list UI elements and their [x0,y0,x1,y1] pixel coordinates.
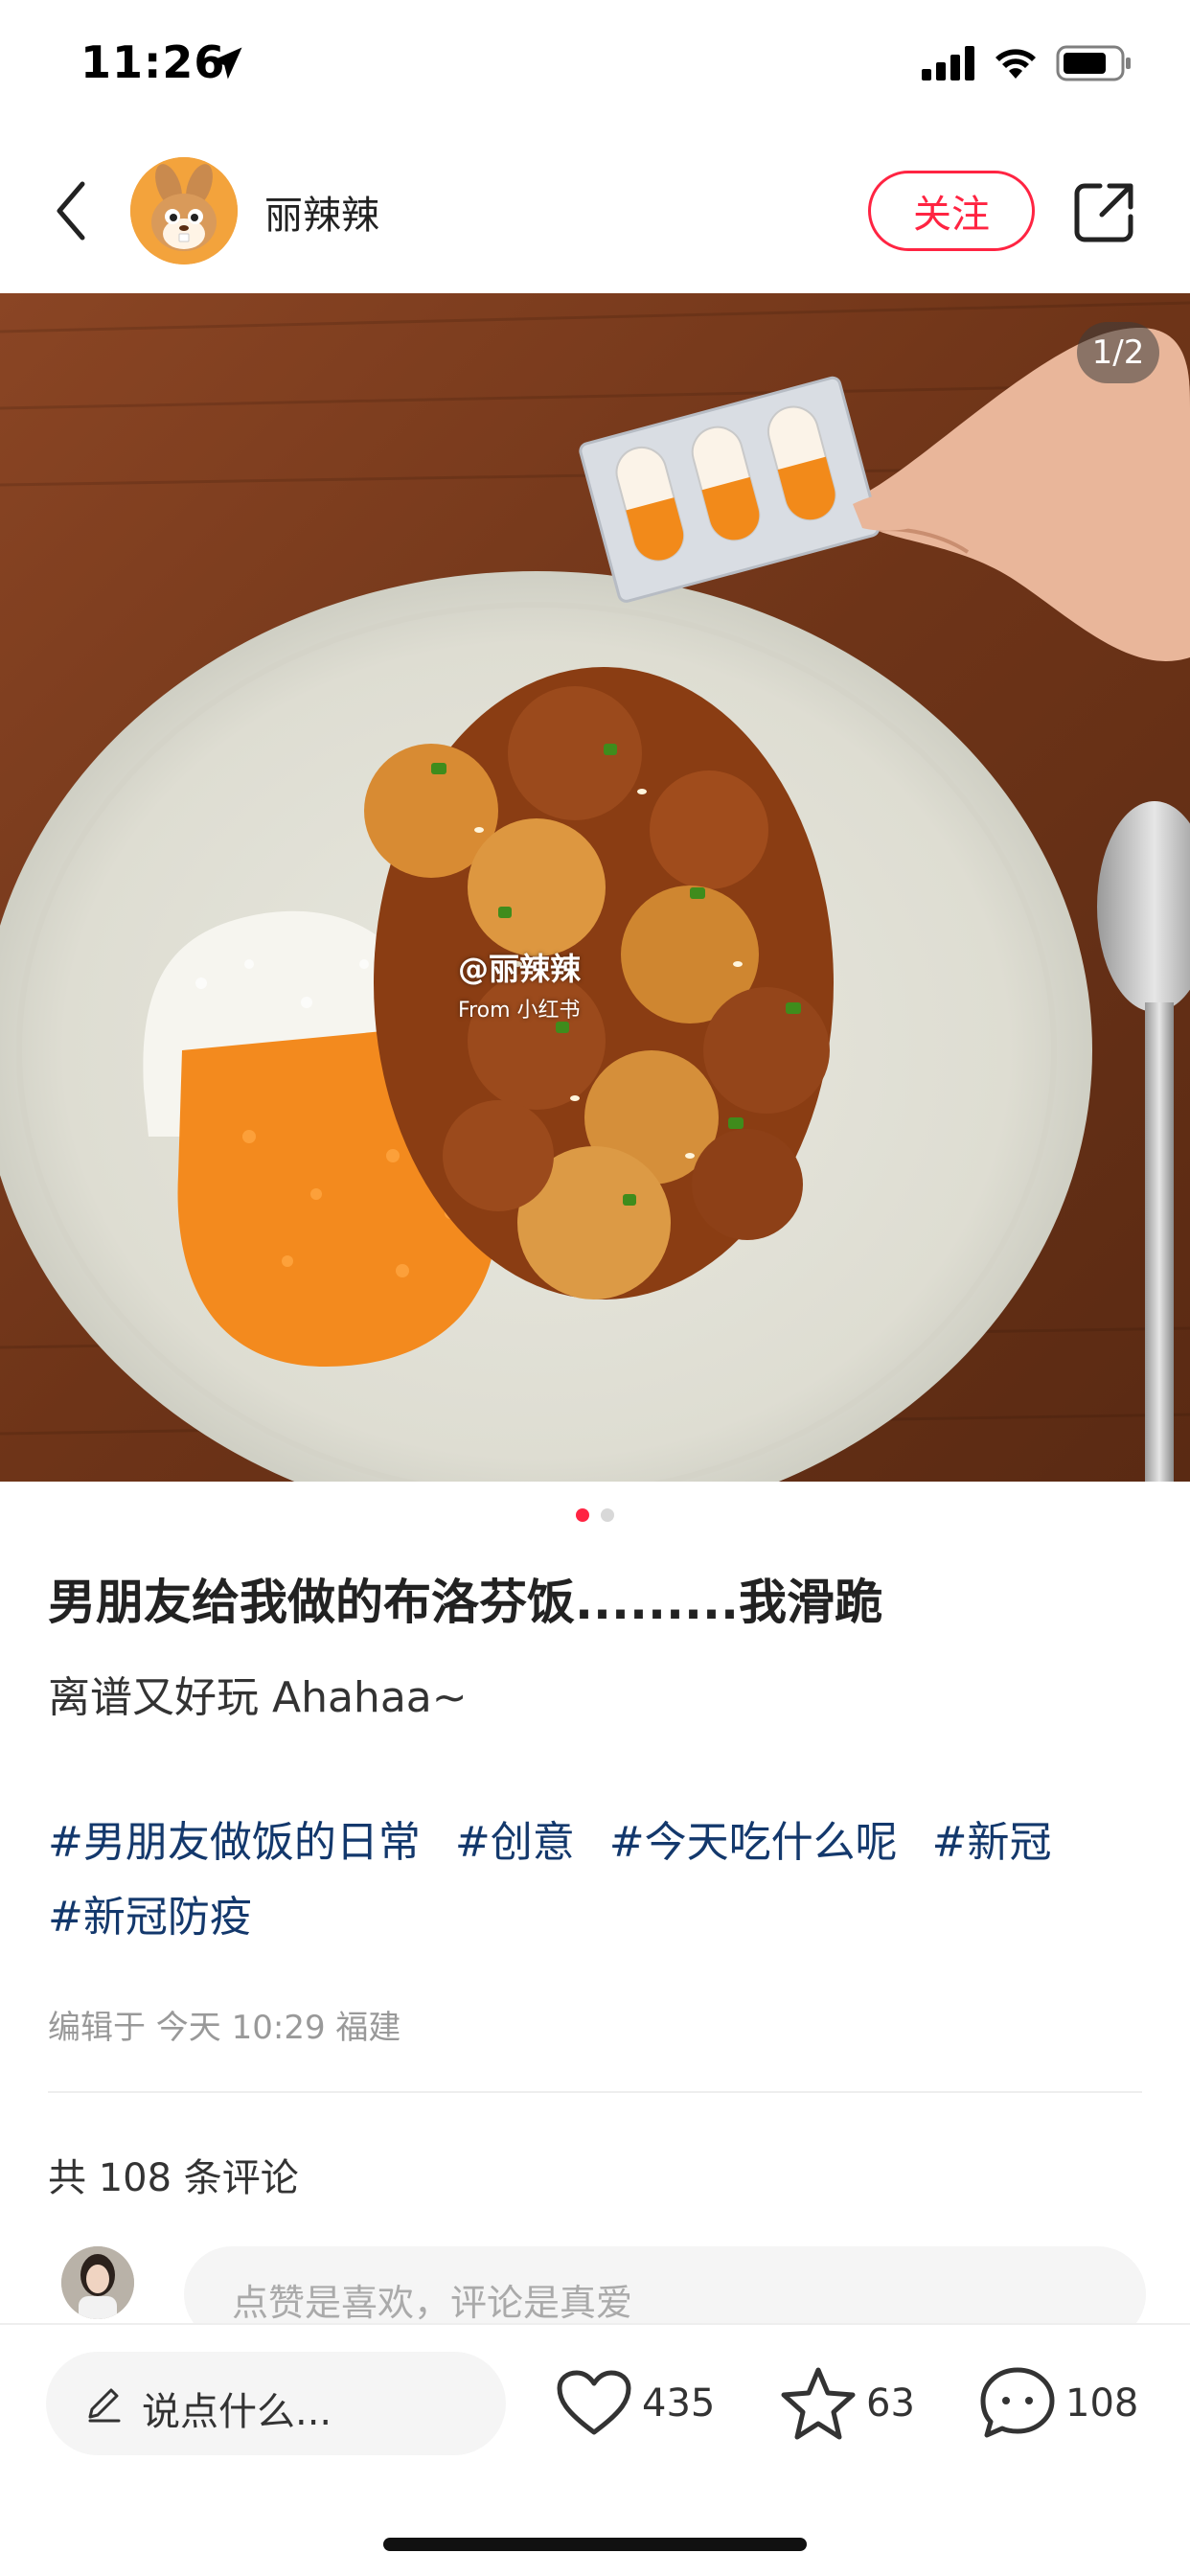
tag-link[interactable]: #创意 [455,1818,575,1867]
say-something-placeholder: 说点什么... [142,2390,332,2434]
tag-link[interactable]: #新冠 [932,1818,1052,1867]
carousel-dot-2[interactable] [601,1508,614,1522]
status-bar: 11:26 [0,0,1190,134]
tag-link[interactable]: #今天吃什么呢 [609,1818,898,1867]
status-time: 11:26 [80,36,226,88]
heart-icon [557,2370,631,2435]
status-icons [922,42,1133,84]
bunny-avatar-illustration [130,157,238,264]
comment-count: 共 108 条评论 [48,2156,299,2200]
post-meta: 编辑于 今天 10:29 福建 [48,2009,401,2047]
page-counter: 1/2 [1077,322,1159,383]
wifi-icon [995,49,1036,79]
comment-input-row: 点赞是喜欢，评论是真爱 [0,2246,1190,2323]
comment-input-placeholder: 点赞是喜欢，评论是真爱 [232,2282,633,2323]
post-title: 男朋友给我做的布洛芬饭.........我滑跪 [48,1575,882,1630]
author-avatar[interactable] [130,157,238,264]
location-arrow-icon [210,47,242,80]
comment-input[interactable]: 点赞是喜欢，评论是真爱 [184,2246,1146,2323]
watermark-name: @丽辣辣 [458,951,582,987]
follow-button[interactable]: 关注 [868,171,1035,251]
battery-icon [1056,45,1131,81]
bottom-action-bar: 说点什么... 435 63 108 [0,2323,1190,2576]
cellular-signal-icon [922,46,974,80]
say-something-input[interactable]: 说点什么... [46,2352,506,2455]
divider [48,2091,1142,2093]
favorite-button[interactable]: 63 [780,2363,915,2444]
favorite-count: 63 [866,2381,915,2426]
post-description: 离谱又好玩 Ahahaa~ [48,1673,468,1722]
chevron-left-icon [57,181,85,241]
back-button[interactable] [42,172,100,249]
share-icon[interactable] [1071,178,1138,245]
author-name[interactable]: 丽辣辣 [264,184,379,240]
pencil-icon [88,2388,121,2423]
like-count: 435 [642,2381,716,2426]
carousel-dot-1[interactable] [576,1508,589,1522]
home-indicator[interactable] [383,2538,807,2551]
watermark: @丽辣辣 From 小红书 [458,945,581,1024]
post-tags: #男朋友做饭的日常 #创意 #今天吃什么呢 #新冠 #新冠防疫 [48,1806,1150,1955]
tag-link[interactable]: #新冠防疫 [48,1893,252,1942]
comment-count-bottom: 108 [1065,2381,1139,2426]
comment-bubble-icon [980,2367,1055,2438]
like-button[interactable]: 435 [556,2363,715,2444]
tag-link[interactable]: #男朋友做饭的日常 [48,1818,421,1867]
food-photo [0,293,1190,1482]
note-image-carousel[interactable]: 1/2 @丽辣辣 From 小红书 [0,293,1190,1482]
star-icon [781,2367,856,2440]
watermark-from: From 小红书 [458,999,581,1023]
user-avatar [61,2246,134,2319]
comment-button[interactable]: 108 [979,2363,1138,2444]
user-avatar-photo [61,2246,134,2319]
carousel-dots [0,1508,1190,1522]
note-header: 丽辣辣 关注 [0,144,1190,278]
